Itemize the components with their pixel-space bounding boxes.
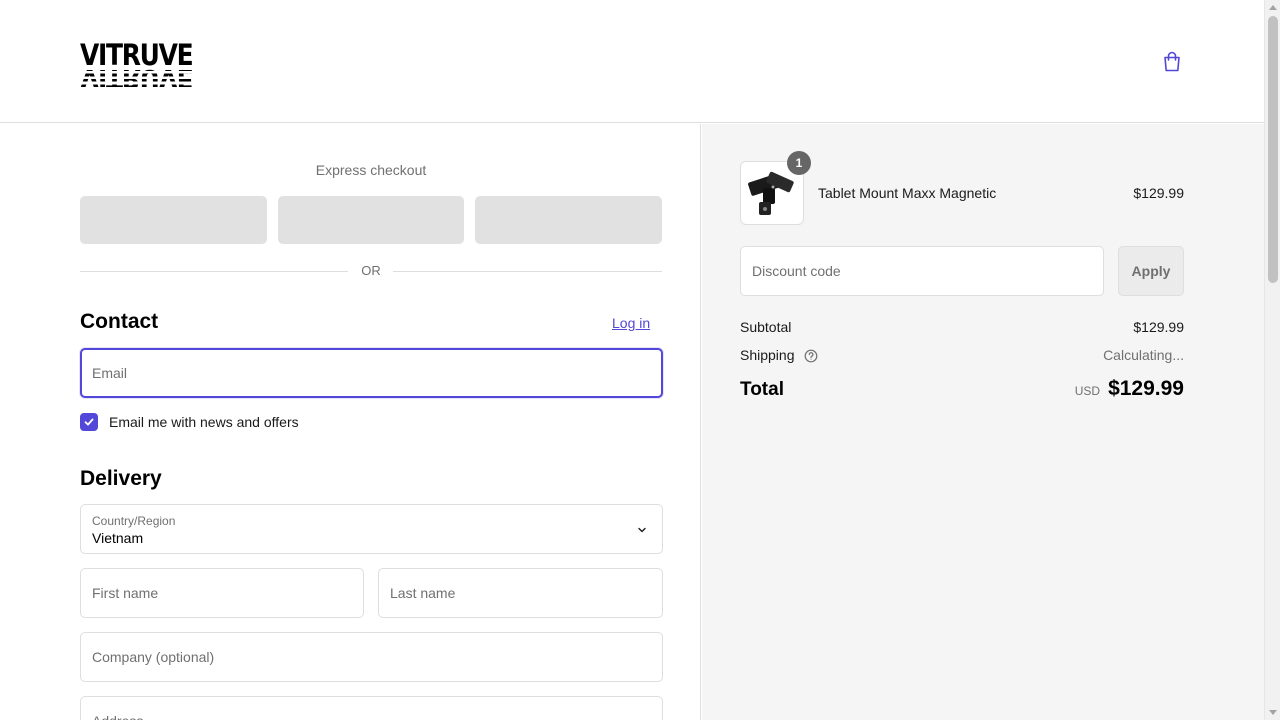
express-checkout-title: Express checkout (315, 162, 427, 178)
country-select[interactable]: Country/Region Vietnam (80, 504, 663, 554)
order-summary: 1 Tablet Mount Maxx Magnetic $129.99 App… (702, 124, 1264, 720)
checkout-header: VITRUVE VITRUVE (0, 0, 1264, 123)
shopping-bag-icon (1164, 51, 1180, 72)
company-field[interactable] (80, 632, 663, 682)
product-name: Tablet Mount Maxx Magnetic (818, 185, 997, 201)
checkout-form-column: Express checkout OR Contact Log in Email… (0, 124, 701, 720)
shipping-value: Calculating... (1103, 347, 1184, 363)
country-label: Country/Region (92, 514, 176, 528)
email-field[interactable] (80, 348, 663, 398)
discount-field[interactable] (740, 246, 1104, 296)
newsletter-option[interactable]: Email me with news and offers (80, 412, 299, 432)
newsletter-checkbox[interactable] (80, 413, 98, 431)
cart-button[interactable] (1160, 50, 1184, 74)
address-input[interactable] (81, 697, 662, 720)
scroll-down-arrow[interactable] (1269, 710, 1277, 715)
or-text: OR (361, 263, 381, 278)
page-scrollbar[interactable] (1264, 0, 1280, 720)
email-input[interactable] (82, 350, 661, 396)
or-divider: OR (80, 264, 662, 278)
express-pay-button-1[interactable] (80, 196, 267, 244)
company-input[interactable] (81, 633, 662, 681)
last-name-field[interactable] (378, 568, 663, 618)
subtotal-label: Subtotal (740, 319, 792, 335)
shipping-row: Shipping (740, 347, 818, 363)
login-link[interactable]: Log in (612, 315, 650, 331)
country-value: Vietnam (92, 530, 144, 546)
express-pay-button-3[interactable] (475, 196, 662, 244)
express-pay-button-2[interactable] (278, 196, 464, 244)
last-name-input[interactable] (379, 569, 662, 617)
total-value: $129.99 (1108, 377, 1184, 400)
total-amount: USD $129.99 (1075, 377, 1184, 401)
contact-heading: Contact (80, 310, 159, 333)
currency-code: USD (1074, 384, 1101, 398)
subtotal-value: $129.99 (1133, 319, 1184, 335)
product-price: $129.99 (1133, 185, 1184, 201)
discount-input[interactable] (741, 247, 1103, 295)
chevron-down-icon (638, 527, 646, 533)
first-name-input[interactable] (81, 569, 363, 617)
apply-discount-button[interactable]: Apply (1118, 246, 1184, 296)
total-label: Total (740, 379, 784, 400)
first-name-field[interactable] (80, 568, 364, 618)
newsletter-label: Email me with news and offers (109, 414, 299, 430)
scroll-up-arrow[interactable] (1269, 5, 1277, 10)
product-thumbnail: 1 (740, 151, 811, 225)
quantity-badge: 1 (787, 151, 811, 175)
address-field[interactable] (80, 696, 663, 720)
shipping-label: Shipping (740, 347, 795, 363)
brand-logo[interactable]: VITRUVE VITRUVE (80, 40, 194, 94)
logo-reflection: VITRUVE (80, 63, 193, 95)
checkmark-icon (84, 418, 94, 426)
delivery-heading: Delivery (80, 467, 162, 490)
help-icon[interactable] (804, 349, 818, 363)
scrollbar-thumb[interactable] (1268, 16, 1278, 283)
